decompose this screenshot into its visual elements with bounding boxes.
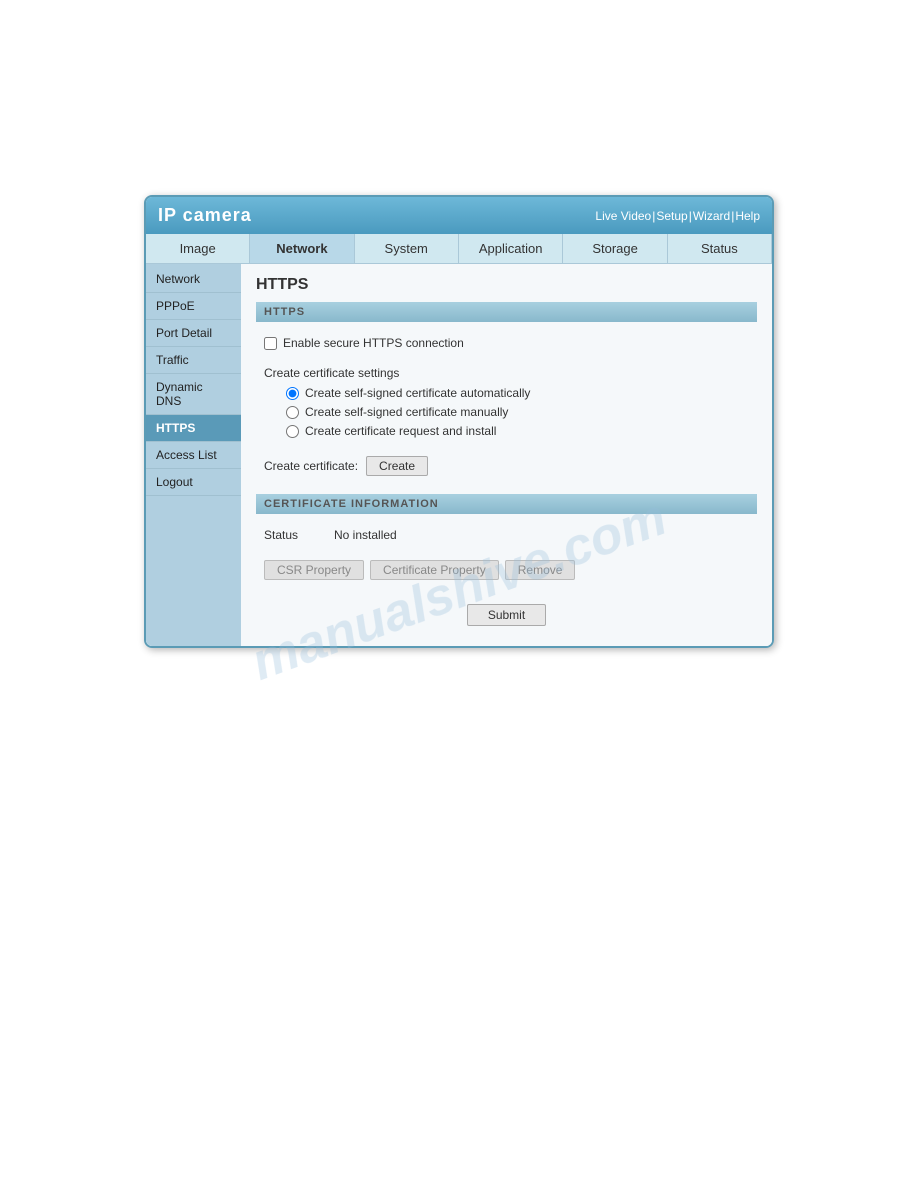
cert-info-header: CERTIFICATE INFORMATION xyxy=(256,494,757,514)
enable-https-label: Enable secure HTTPS connection xyxy=(283,336,464,350)
cert-status-row: Status No installed xyxy=(256,522,757,548)
cert-settings-label: Create certificate settings xyxy=(256,366,757,380)
content-panel: HTTPS HTTPS Enable secure HTTPS connecti… xyxy=(241,264,772,646)
tab-application[interactable]: Application xyxy=(459,234,564,263)
page-title: HTTPS xyxy=(256,276,757,294)
sidebar-item-traffic[interactable]: Traffic xyxy=(146,347,241,374)
sidebar: Network PPPoE Port Detail Traffic Dynami… xyxy=(146,264,241,646)
status-label: Status xyxy=(264,528,314,542)
radio-manual-label: Create self-signed certificate manually xyxy=(305,405,508,419)
submit-button[interactable]: Submit xyxy=(467,604,546,626)
tab-storage[interactable]: Storage xyxy=(563,234,667,263)
nav-live-video[interactable]: Live Video xyxy=(595,209,651,223)
radio-request-label: Create certificate request and install xyxy=(305,424,496,438)
radio-request[interactable] xyxy=(286,425,299,438)
nav-setup[interactable]: Setup xyxy=(656,209,687,223)
cert-info-section: CERTIFICATE INFORMATION Status No instal… xyxy=(256,494,757,584)
create-cert-label: Create certificate: xyxy=(264,459,358,473)
app-title: IP camera xyxy=(158,205,252,226)
remove-button[interactable]: Remove xyxy=(505,560,576,580)
radio-row-auto: Create self-signed certificate automatic… xyxy=(286,386,757,400)
create-cert-row: Create certificate: Create xyxy=(256,450,757,482)
sidebar-item-logout[interactable]: Logout xyxy=(146,469,241,496)
nav-help[interactable]: Help xyxy=(735,209,760,223)
cert-buttons-row: CSR Property Certificate Property Remove xyxy=(256,556,757,584)
enable-https-checkbox[interactable] xyxy=(264,337,277,350)
header: IP camera Live Video | Setup | Wizard | … xyxy=(146,197,772,234)
tab-system[interactable]: System xyxy=(355,234,459,263)
sidebar-item-https[interactable]: HTTPS xyxy=(146,415,241,442)
create-button[interactable]: Create xyxy=(366,456,428,476)
https-section-header: HTTPS xyxy=(256,302,757,322)
certificate-property-button[interactable]: Certificate Property xyxy=(370,560,499,580)
sidebar-item-dynamic-dns[interactable]: Dynamic DNS xyxy=(146,374,241,415)
tab-network[interactable]: Network xyxy=(250,234,354,263)
sidebar-item-pppoe[interactable]: PPPoE xyxy=(146,293,241,320)
main-area: Network PPPoE Port Detail Traffic Dynami… xyxy=(146,264,772,646)
sidebar-item-port-detail[interactable]: Port Detail xyxy=(146,320,241,347)
radio-group: Create self-signed certificate automatic… xyxy=(256,386,757,438)
csr-property-button[interactable]: CSR Property xyxy=(264,560,364,580)
header-nav: Live Video | Setup | Wizard | Help xyxy=(595,209,760,223)
enable-https-row: Enable secure HTTPS connection xyxy=(256,330,757,356)
nav-wizard[interactable]: Wizard xyxy=(693,209,730,223)
radio-auto-label: Create self-signed certificate automatic… xyxy=(305,386,530,400)
tab-image[interactable]: Image xyxy=(146,234,250,263)
top-nav: Image Network System Application Storage… xyxy=(146,234,772,264)
radio-auto[interactable] xyxy=(286,387,299,400)
status-value: No installed xyxy=(334,528,397,542)
radio-manual[interactable] xyxy=(286,406,299,419)
sidebar-item-access-list[interactable]: Access List xyxy=(146,442,241,469)
submit-row: Submit xyxy=(256,596,757,634)
sidebar-item-network[interactable]: Network xyxy=(146,266,241,293)
radio-row-manual: Create self-signed certificate manually xyxy=(286,405,757,419)
camera-ui: IP camera Live Video | Setup | Wizard | … xyxy=(144,195,774,648)
tab-status[interactable]: Status xyxy=(668,234,772,263)
radio-row-request: Create certificate request and install xyxy=(286,424,757,438)
